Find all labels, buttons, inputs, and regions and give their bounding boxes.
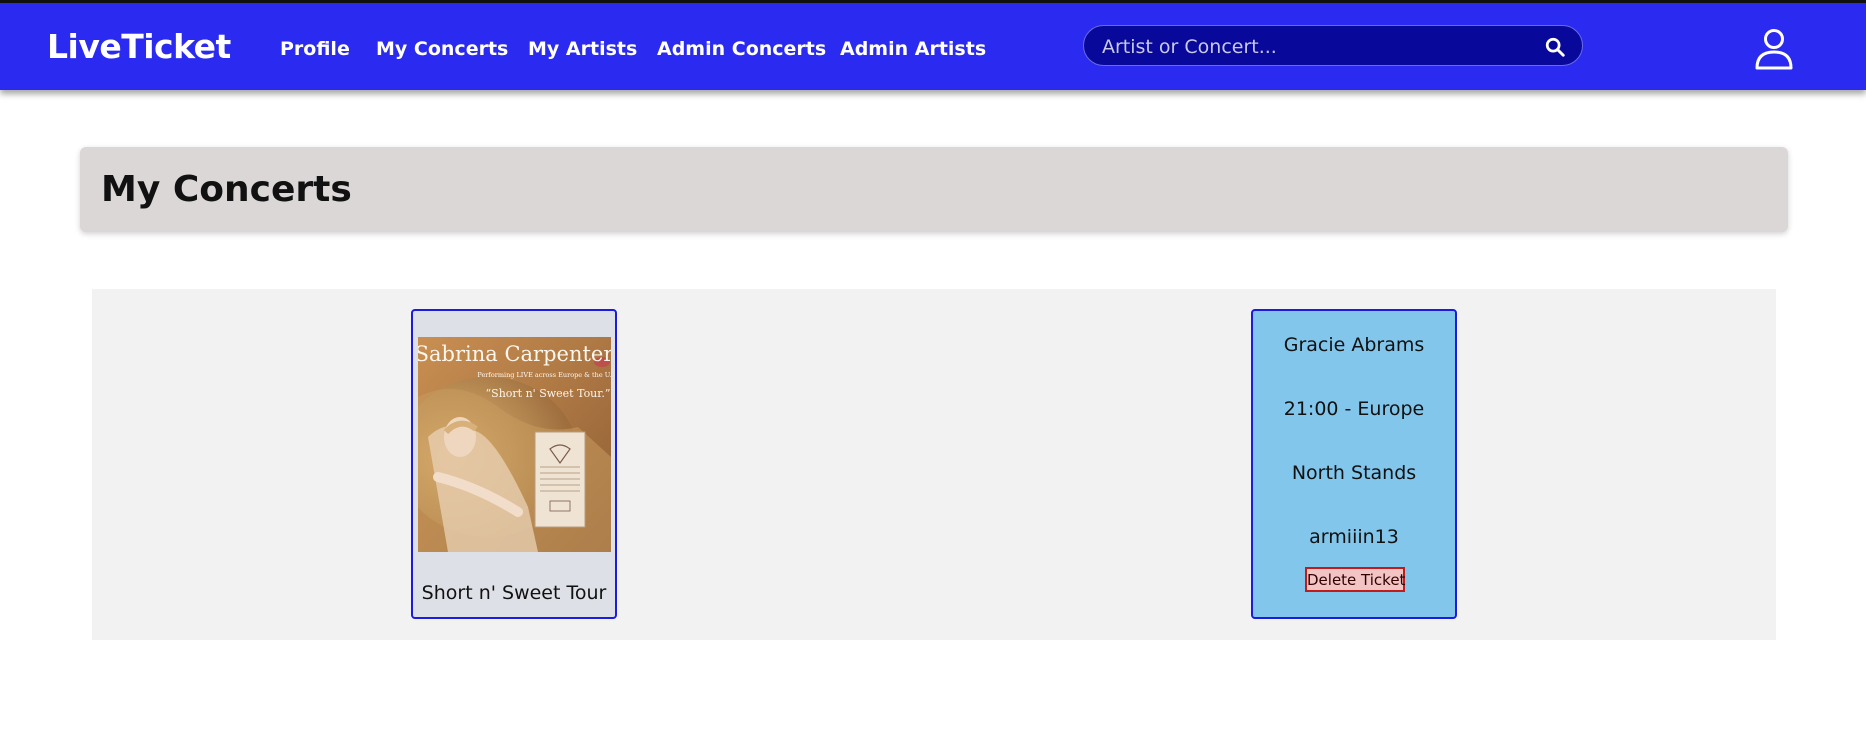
nav-link-admin-concerts[interactable]: Admin Concerts [657,38,826,60]
page-title-panel: My Concerts [80,147,1788,232]
concert-poster-image: Sabrina Carpenter Performing LIVE across… [418,337,611,552]
search-bar [1083,25,1583,66]
ticket-card: Gracie Abrams 21:00 - Europe North Stand… [1251,309,1457,619]
concert-title: Short n' Sweet Tour [421,582,607,604]
ticket-section: North Stands [1291,462,1417,484]
search-input[interactable] [1100,33,1524,61]
user-icon[interactable] [1752,27,1796,71]
ticket-artist: Gracie Abrams [1283,334,1425,356]
nav-link-profile[interactable]: Profile [280,38,350,60]
nav-link-admin-artists[interactable]: Admin Artists [840,38,986,60]
delete-ticket-button[interactable]: Delete Ticket [1305,567,1405,592]
page-title: My Concerts [101,169,352,210]
navbar: LiveTicket Profile My Concerts My Artist… [0,3,1866,90]
poster-subline: Performing LIVE across Europe & the U.K. [477,371,611,379]
ticket-username: armiiin13 [1309,526,1399,548]
poster-headline: Sabrina Carpenter [418,342,611,366]
search-icon[interactable] [1544,36,1566,58]
nav-link-my-concerts[interactable]: My Concerts [376,38,508,60]
nav-link-my-artists[interactable]: My Artists [528,38,637,60]
poster-tour-quote: “Short n' Sweet Tour.” [486,387,611,400]
ticket-time-location: 21:00 - Europe [1283,398,1425,420]
concert-list: Sabrina Carpenter Performing LIVE across… [92,289,1776,640]
concert-card[interactable]: Sabrina Carpenter Performing LIVE across… [411,309,617,619]
brand-logo[interactable]: LiveTicket [47,27,231,66]
